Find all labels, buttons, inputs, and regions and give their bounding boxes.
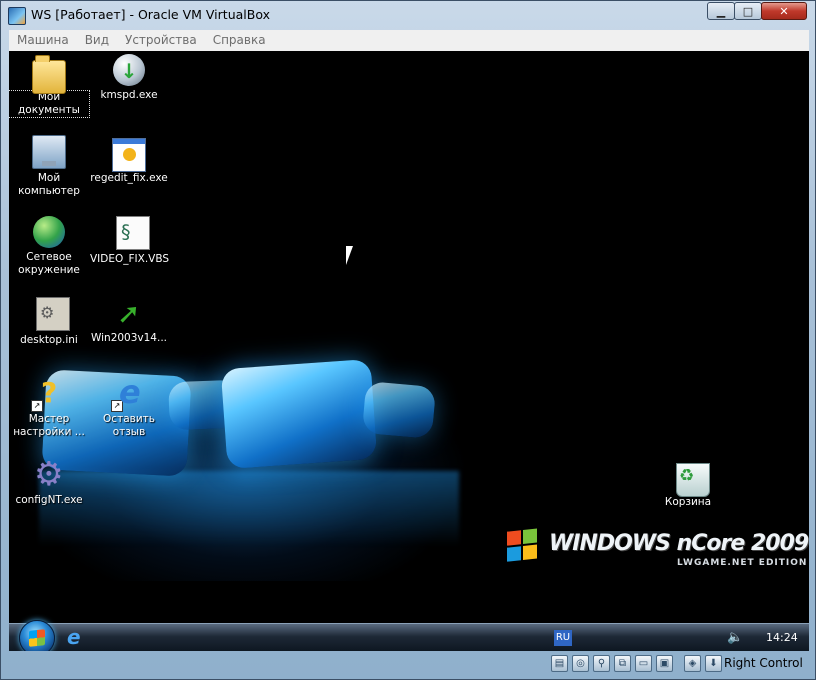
desktop-icon-feedback[interactable]: ↗ Оставитьотзыв (89, 373, 169, 439)
desktop-icon-win2003[interactable]: Win2003v14... (89, 297, 169, 345)
taskbar: e RU 🔈 14:24 (9, 620, 809, 651)
desktop-icon-my-documents[interactable]: Мои документы (9, 54, 90, 118)
menu-view[interactable]: Вид (77, 30, 117, 51)
desktop-icon-label: Мастер настройки ... (13, 413, 85, 438)
title-bar[interactable]: WS [Работает] - Oracle VM VirtualBox ▁ □… (1, 1, 815, 29)
network-globe-icon (33, 216, 65, 248)
wallpaper-reflection (39, 471, 459, 546)
mouse-cursor-icon (346, 246, 359, 265)
shared-folders-icon[interactable]: ▭ (635, 655, 652, 672)
brand-edition: LWGAME.NET EDITION (677, 558, 808, 568)
menu-help[interactable]: Справка (205, 30, 274, 51)
desktop-icon-label: regedit_fix.exe (90, 172, 168, 184)
my-documents-folder-icon (32, 55, 66, 94)
menu-bar: Машина Вид Устройства Справка (9, 30, 809, 52)
desktop-icon-setup-wizard[interactable]: ↗ Мастернастройки ... (9, 376, 89, 439)
brand-title: WINDOWS nCore 2009 (549, 531, 809, 556)
script-icon (116, 216, 150, 250)
desktop-icon-label: desktop.ini (20, 334, 78, 346)
desktop-icon-regedit-fix[interactable]: regedit_fix.exe (89, 135, 169, 185)
menu-devices[interactable]: Устройства (117, 30, 205, 51)
desktop-icon-label: Win2003v14... (90, 332, 168, 344)
host-key-label: Right Control (724, 656, 803, 670)
hard-disk-icon[interactable]: ▤ (551, 655, 568, 672)
desktop-icon-label: Мой компьютер (18, 172, 80, 197)
internet-explorer-icon: ↗ (111, 373, 145, 412)
quick-launch-ie-icon[interactable]: e (67, 627, 87, 647)
desktop-icon-label: Сетевое окружение (18, 251, 80, 276)
mouse-integration-icon[interactable]: ⬇ (705, 655, 722, 672)
desktop-icon-video-fix[interactable]: VIDEO_FIX.VBS (89, 216, 169, 266)
desktop-icon-desktop-ini[interactable]: desktop.ini (9, 297, 89, 347)
application-icon (112, 138, 146, 172)
display-icon[interactable]: ▣ (656, 655, 673, 672)
globe-download-icon (113, 54, 145, 86)
desktop-icon-label: Мои документы (9, 90, 90, 118)
guest-desktop[interactable]: Моидокументы kmspd.exe Мойкомпьютер rege… (9, 51, 809, 651)
guest-additions-icon[interactable]: ◈ (684, 655, 701, 672)
tray-volume-icon[interactable]: 🔈 (727, 629, 747, 646)
ice-cube (220, 358, 378, 470)
desktop-icon-my-computer[interactable]: Мой компьютер (9, 135, 89, 198)
usb-icon[interactable]: ⚲ (593, 655, 610, 672)
desktop-icon-confignt[interactable]: configNT.exe (9, 454, 89, 507)
desktop-icon-label: Корзина (664, 496, 712, 508)
windows-flag-icon (507, 528, 539, 563)
window-title: WS [Работает] - Oracle VM VirtualBox (31, 7, 270, 22)
desktop-icon-network-places[interactable]: Сетевое окружение (9, 216, 89, 277)
optical-drive-icon[interactable]: ◎ (572, 655, 589, 672)
recycle-bin-icon (676, 463, 710, 497)
ice-cube (361, 381, 437, 439)
green-arrow-icon (113, 297, 145, 330)
desktop-icon-label: Оставить отзыв (103, 413, 155, 438)
desktop-icon-kmspd[interactable]: kmspd.exe (89, 54, 169, 102)
vm-status-bar: ▤ ◎ ⚲ ⧉ ▭ ▣ ◈ ⬇ Right Control (1, 652, 815, 675)
desktop-icon-label: kmspd.exe (100, 89, 158, 101)
computer-icon (32, 135, 66, 169)
language-indicator[interactable]: RU (554, 630, 572, 646)
start-button[interactable] (19, 620, 55, 651)
menu-machine[interactable]: Машина (9, 30, 77, 51)
shortcut-arrow-icon: ↗ (111, 400, 123, 412)
maximize-button[interactable]: □ (734, 2, 762, 20)
taskbar-clock[interactable]: 14:24 (766, 631, 798, 644)
ini-file-icon (36, 297, 70, 331)
desktop-icon-label: configNT.exe (15, 494, 83, 506)
shortcut-arrow-icon: ↗ (31, 400, 43, 412)
wizard-icon: ↗ (31, 376, 65, 412)
close-button[interactable]: ✕ (761, 2, 807, 20)
gear-icon (33, 454, 65, 493)
network-icon[interactable]: ⧉ (614, 655, 631, 672)
virtualbox-window: WS [Работает] - Oracle VM VirtualBox ▁ □… (0, 0, 816, 680)
minimize-button[interactable]: ▁ (707, 2, 735, 20)
desktop-icon-label: VIDEO_FIX.VBS (90, 253, 170, 265)
virtualbox-app-icon[interactable] (8, 7, 26, 25)
desktop-icon-recycle-bin[interactable]: Корзина (648, 459, 728, 509)
